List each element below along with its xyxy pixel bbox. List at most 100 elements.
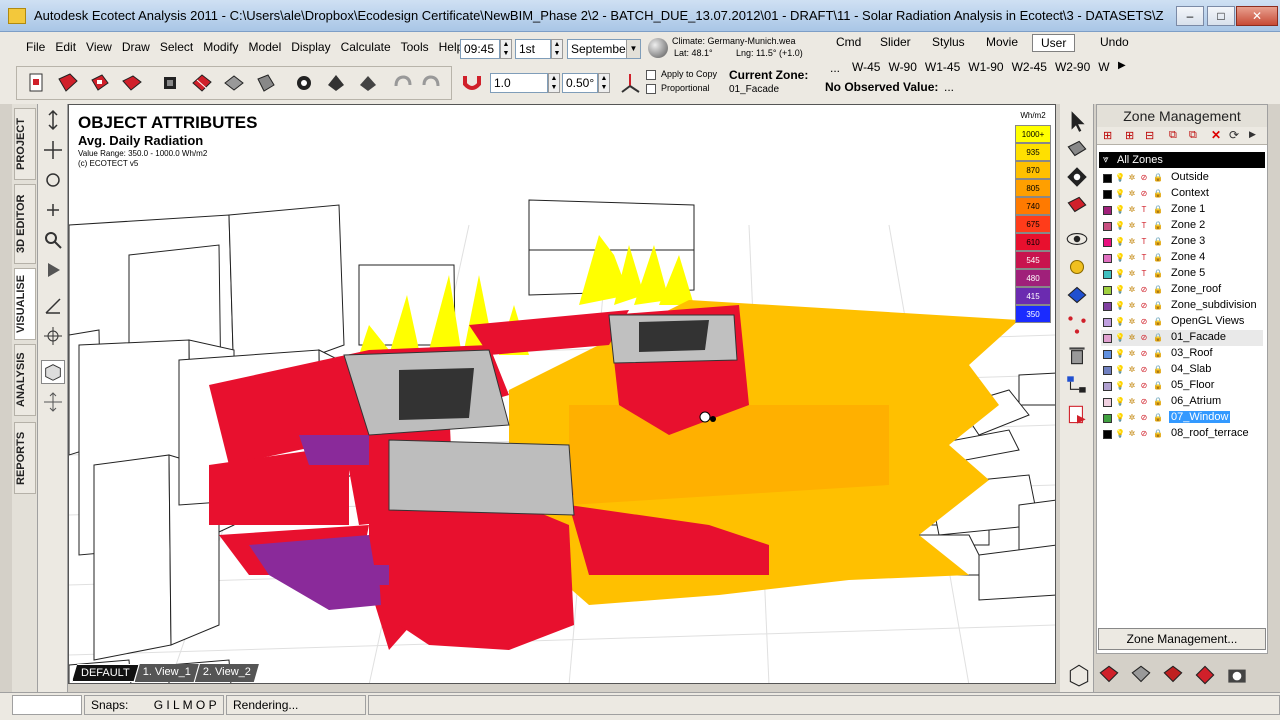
tab-view-2[interactable]: 2. View_2 <box>194 664 259 682</box>
no-icon[interactable]: ⊘ <box>1139 172 1149 183</box>
chevron-down-icon[interactable]: ▼ <box>626 40 640 58</box>
pan-vertical-icon[interactable] <box>41 108 65 132</box>
view-w2-90[interactable]: W2-90 <box>1055 60 1090 74</box>
sun-small-icon[interactable]: ✲ <box>1127 364 1137 375</box>
close-button[interactable]: ✕ <box>1236 6 1278 26</box>
zone-color-swatch[interactable] <box>1103 350 1112 359</box>
cube-icon[interactable] <box>41 360 65 384</box>
zone-row[interactable]: 💡 ✲ ⊘ 🔒 01_Facade <box>1101 330 1263 346</box>
zone-color-swatch[interactable] <box>1103 430 1112 439</box>
view-w1-90[interactable]: W1-90 <box>968 60 1003 74</box>
play-icon[interactable] <box>41 258 65 282</box>
lock-icon[interactable]: 🔒 <box>1153 364 1163 375</box>
type-icon[interactable]: T <box>1139 204 1149 215</box>
bulb-icon[interactable]: 💡 <box>1115 412 1125 423</box>
no-icon[interactable]: ⊘ <box>1139 300 1149 311</box>
open-icon[interactable] <box>55 70 81 96</box>
zone-row[interactable]: 💡 ✲ ⊘ 🔒 Zone_subdivision <box>1101 298 1263 314</box>
bulb-icon[interactable]: 💡 <box>1115 396 1125 407</box>
sun-small-icon[interactable]: ✲ <box>1127 300 1137 311</box>
view-w2-45[interactable]: W2-45 <box>1012 60 1047 74</box>
tab-movie[interactable]: Movie <box>978 34 1026 50</box>
bulb-icon[interactable]: 💡 <box>1115 380 1125 391</box>
bulb-icon[interactable]: 💡 <box>1115 348 1125 359</box>
copy-zone-icon[interactable]: ⧉ <box>1169 129 1177 142</box>
lock-icon[interactable]: 🔒 <box>1153 252 1163 263</box>
zone-color-swatch[interactable] <box>1103 334 1112 343</box>
type-icon[interactable]: T <box>1139 236 1149 247</box>
all-zones-row[interactable]: ⩔ All Zones <box>1099 152 1265 168</box>
month-select[interactable]: September ▼ <box>567 39 641 59</box>
snap-icon[interactable] <box>1064 164 1090 190</box>
menu-modify[interactable]: Modify <box>203 40 238 58</box>
no-icon[interactable]: ⊘ <box>1139 412 1149 423</box>
sun-small-icon[interactable]: ✲ <box>1127 268 1137 279</box>
render-icon[interactable] <box>157 70 183 96</box>
zone-color-swatch[interactable] <box>1103 398 1112 407</box>
zone-row[interactable]: 💡 ✲ T 🔒 Zone 4 <box>1101 250 1263 266</box>
sun-small-icon[interactable]: ✲ <box>1127 172 1137 183</box>
lock-icon[interactable]: 🔒 <box>1153 220 1163 231</box>
tab-slider[interactable]: Slider <box>872 34 919 50</box>
sun-small-icon[interactable]: ✲ <box>1127 348 1137 359</box>
solid-view-icon[interactable] <box>1096 662 1122 688</box>
view-w90[interactable]: W-90 <box>888 60 916 74</box>
bulb-icon[interactable]: 💡 <box>1115 300 1125 311</box>
lock-icon[interactable]: 🔒 <box>1153 204 1163 215</box>
time-field[interactable]: 09:45 <box>460 39 500 59</box>
snaps-value[interactable]: G I L M O P <box>154 698 217 712</box>
tab-reports[interactable]: REPORTS <box>14 422 36 494</box>
bulb-icon[interactable]: 💡 <box>1115 220 1125 231</box>
zone-row[interactable]: 💡 ✲ T 🔒 Zone 1 <box>1101 202 1263 218</box>
proportional-checkbox[interactable] <box>646 84 656 94</box>
new-file-icon[interactable] <box>23 70 49 96</box>
globe-icon[interactable] <box>648 38 668 58</box>
menu-display[interactable]: Display <box>291 40 330 58</box>
zone-row[interactable]: 💡 ✲ ⊘ 🔒 Context <box>1101 186 1263 202</box>
delete-zone-icon[interactable]: ✕ <box>1211 128 1221 142</box>
wireframe-icon[interactable] <box>1066 662 1092 688</box>
minimize-button[interactable]: – <box>1176 6 1204 26</box>
menu-file[interactable]: File <box>26 40 45 58</box>
bulb-icon[interactable]: 💡 <box>1115 236 1125 247</box>
sun-small-icon[interactable]: ✲ <box>1127 236 1137 247</box>
nodes-icon[interactable] <box>1064 312 1090 338</box>
sun-icon[interactable] <box>1064 254 1090 280</box>
sun-small-icon[interactable]: ✲ <box>1127 220 1137 231</box>
bulb-icon[interactable]: 💡 <box>1115 204 1125 215</box>
chevron-right-icon[interactable]: ▶ <box>1118 60 1126 71</box>
zone-row[interactable]: 💡 ✲ ⊘ 🔒 04_Slab <box>1101 362 1263 378</box>
angle-spinner[interactable]: ▲ ▼ <box>598 73 610 93</box>
sun-small-icon[interactable]: ✲ <box>1127 252 1137 263</box>
chevron-down-icon[interactable]: ⩔ <box>1103 152 1109 168</box>
bulb-icon[interactable]: 💡 <box>1115 428 1125 439</box>
lock-icon[interactable]: 🔒 <box>1153 236 1163 247</box>
pointer-icon[interactable] <box>1064 108 1090 134</box>
zone-color-swatch[interactable] <box>1103 238 1112 247</box>
day-field[interactable]: 1st <box>515 39 551 59</box>
sun-small-icon[interactable]: ✲ <box>1127 332 1137 343</box>
magnet-icon[interactable] <box>460 70 484 94</box>
type-icon[interactable]: T <box>1139 252 1149 263</box>
zone-row[interactable]: 💡 ✲ ⊘ 🔒 05_Floor <box>1101 378 1263 394</box>
lock-icon[interactable]: 🔒 <box>1153 380 1163 391</box>
no-icon[interactable]: ⊘ <box>1139 188 1149 199</box>
tab-analysis[interactable]: ANALYSIS <box>14 344 36 416</box>
zone-row[interactable]: 💡 ✲ ⊘ 🔒 06_Atrium <box>1101 394 1263 410</box>
move-3d-icon[interactable] <box>41 390 65 414</box>
menu-tools[interactable]: Tools <box>401 40 429 58</box>
render-view-icon[interactable] <box>1192 662 1218 688</box>
zone-color-swatch[interactable] <box>1103 174 1112 183</box>
no-icon[interactable]: ⊘ <box>1139 380 1149 391</box>
zone-row[interactable]: 💡 ✲ ⊘ 🔒 Zone_roof <box>1101 282 1263 298</box>
undo-icon[interactable] <box>389 70 415 96</box>
sun-small-icon[interactable]: ✲ <box>1127 204 1137 215</box>
no-icon[interactable]: ⊘ <box>1139 332 1149 343</box>
zone-color-swatch[interactable] <box>1103 414 1112 423</box>
surface-blue-icon[interactable] <box>1064 282 1090 308</box>
tab-project[interactable]: PROJECT <box>14 108 36 180</box>
camera-icon[interactable] <box>1224 662 1250 688</box>
lock-icon[interactable]: 🔒 <box>1153 428 1163 439</box>
shading-icon[interactable] <box>323 70 349 96</box>
lock-icon[interactable]: 🔒 <box>1153 300 1163 311</box>
